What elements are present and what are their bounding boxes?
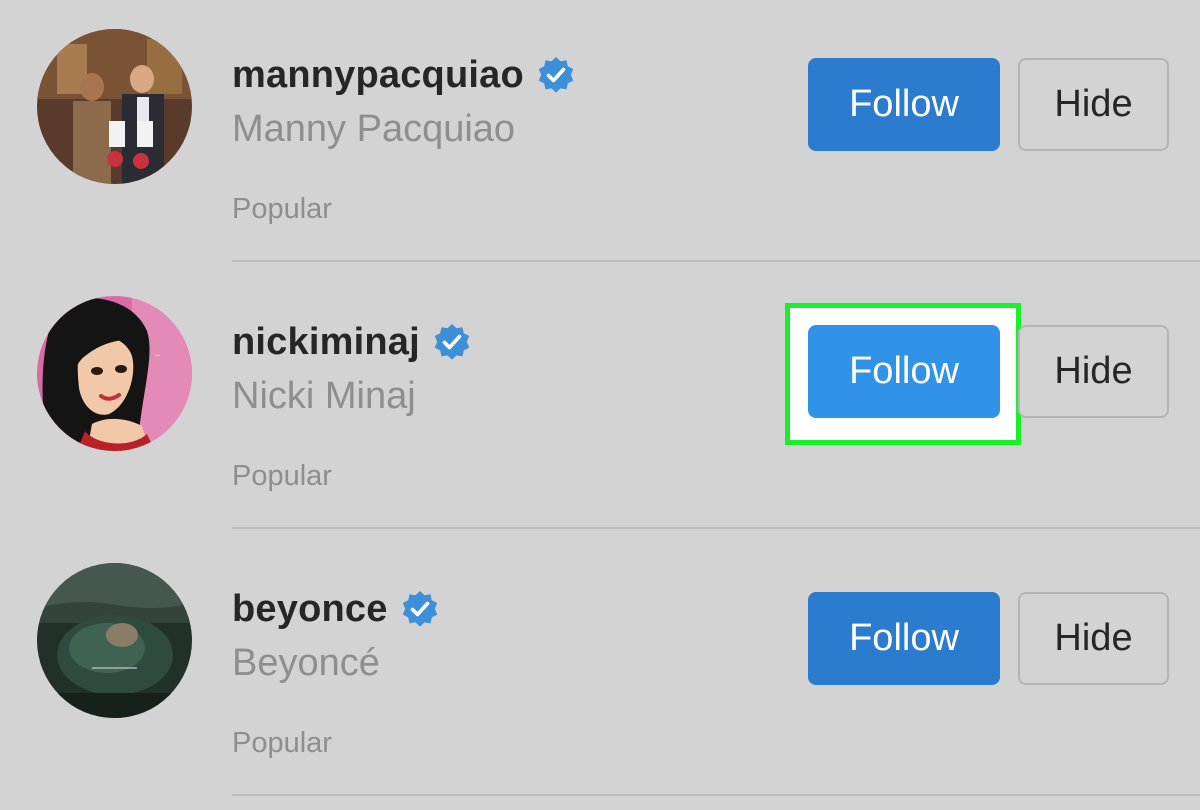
hide-button[interactable]: Hide [1018, 58, 1169, 151]
suggestion-row-mannypacquiao: mannypacquiao Manny Pacquiao Popular Fol… [0, 0, 1200, 263]
row-divider [232, 794, 1200, 796]
avatar[interactable] [37, 563, 192, 718]
avatar-illustration-icon: ~ [37, 296, 192, 451]
avatar[interactable] [37, 29, 192, 184]
follow-button[interactable]: Follow [808, 592, 1000, 685]
row-divider [232, 260, 1200, 262]
verified-badge-icon [400, 589, 440, 629]
hide-button[interactable]: Hide [1018, 325, 1169, 418]
username[interactable]: nickiminaj [232, 321, 420, 364]
follow-button[interactable]: Follow [808, 58, 1000, 151]
full-name: Nicki Minaj [232, 375, 416, 417]
avatar-album-cover-icon [37, 563, 192, 718]
svg-text:~: ~ [155, 352, 161, 360]
hide-button[interactable]: Hide [1018, 592, 1169, 685]
suggestion-row-beyonce: beyonce Beyoncé Popular Follow Hide [0, 530, 1200, 797]
suggestion-row-nickiminaj: ~ nickiminaj Nicki Minaj Popular Follow … [0, 263, 1200, 530]
avatar-photo-icon [37, 29, 192, 184]
verified-badge-icon [536, 55, 576, 95]
suggestion-reason: Popular [232, 193, 332, 225]
suggestion-reason: Popular [232, 727, 332, 759]
username-line: beyonce [232, 584, 440, 634]
avatar[interactable]: ~ [37, 296, 192, 451]
suggested-accounts-list: mannypacquiao Manny Pacquiao Popular Fol… [0, 0, 1200, 810]
username-line: nickiminaj [232, 317, 472, 367]
username[interactable]: beyonce [232, 588, 388, 631]
username-line: mannypacquiao [232, 50, 576, 100]
username[interactable]: mannypacquiao [232, 54, 524, 97]
suggestion-reason: Popular [232, 460, 332, 492]
verified-badge-icon [432, 322, 472, 362]
full-name: Manny Pacquiao [232, 108, 516, 150]
full-name: Beyoncé [232, 642, 380, 684]
row-divider [232, 527, 1200, 529]
follow-button[interactable]: Follow [808, 325, 1000, 418]
